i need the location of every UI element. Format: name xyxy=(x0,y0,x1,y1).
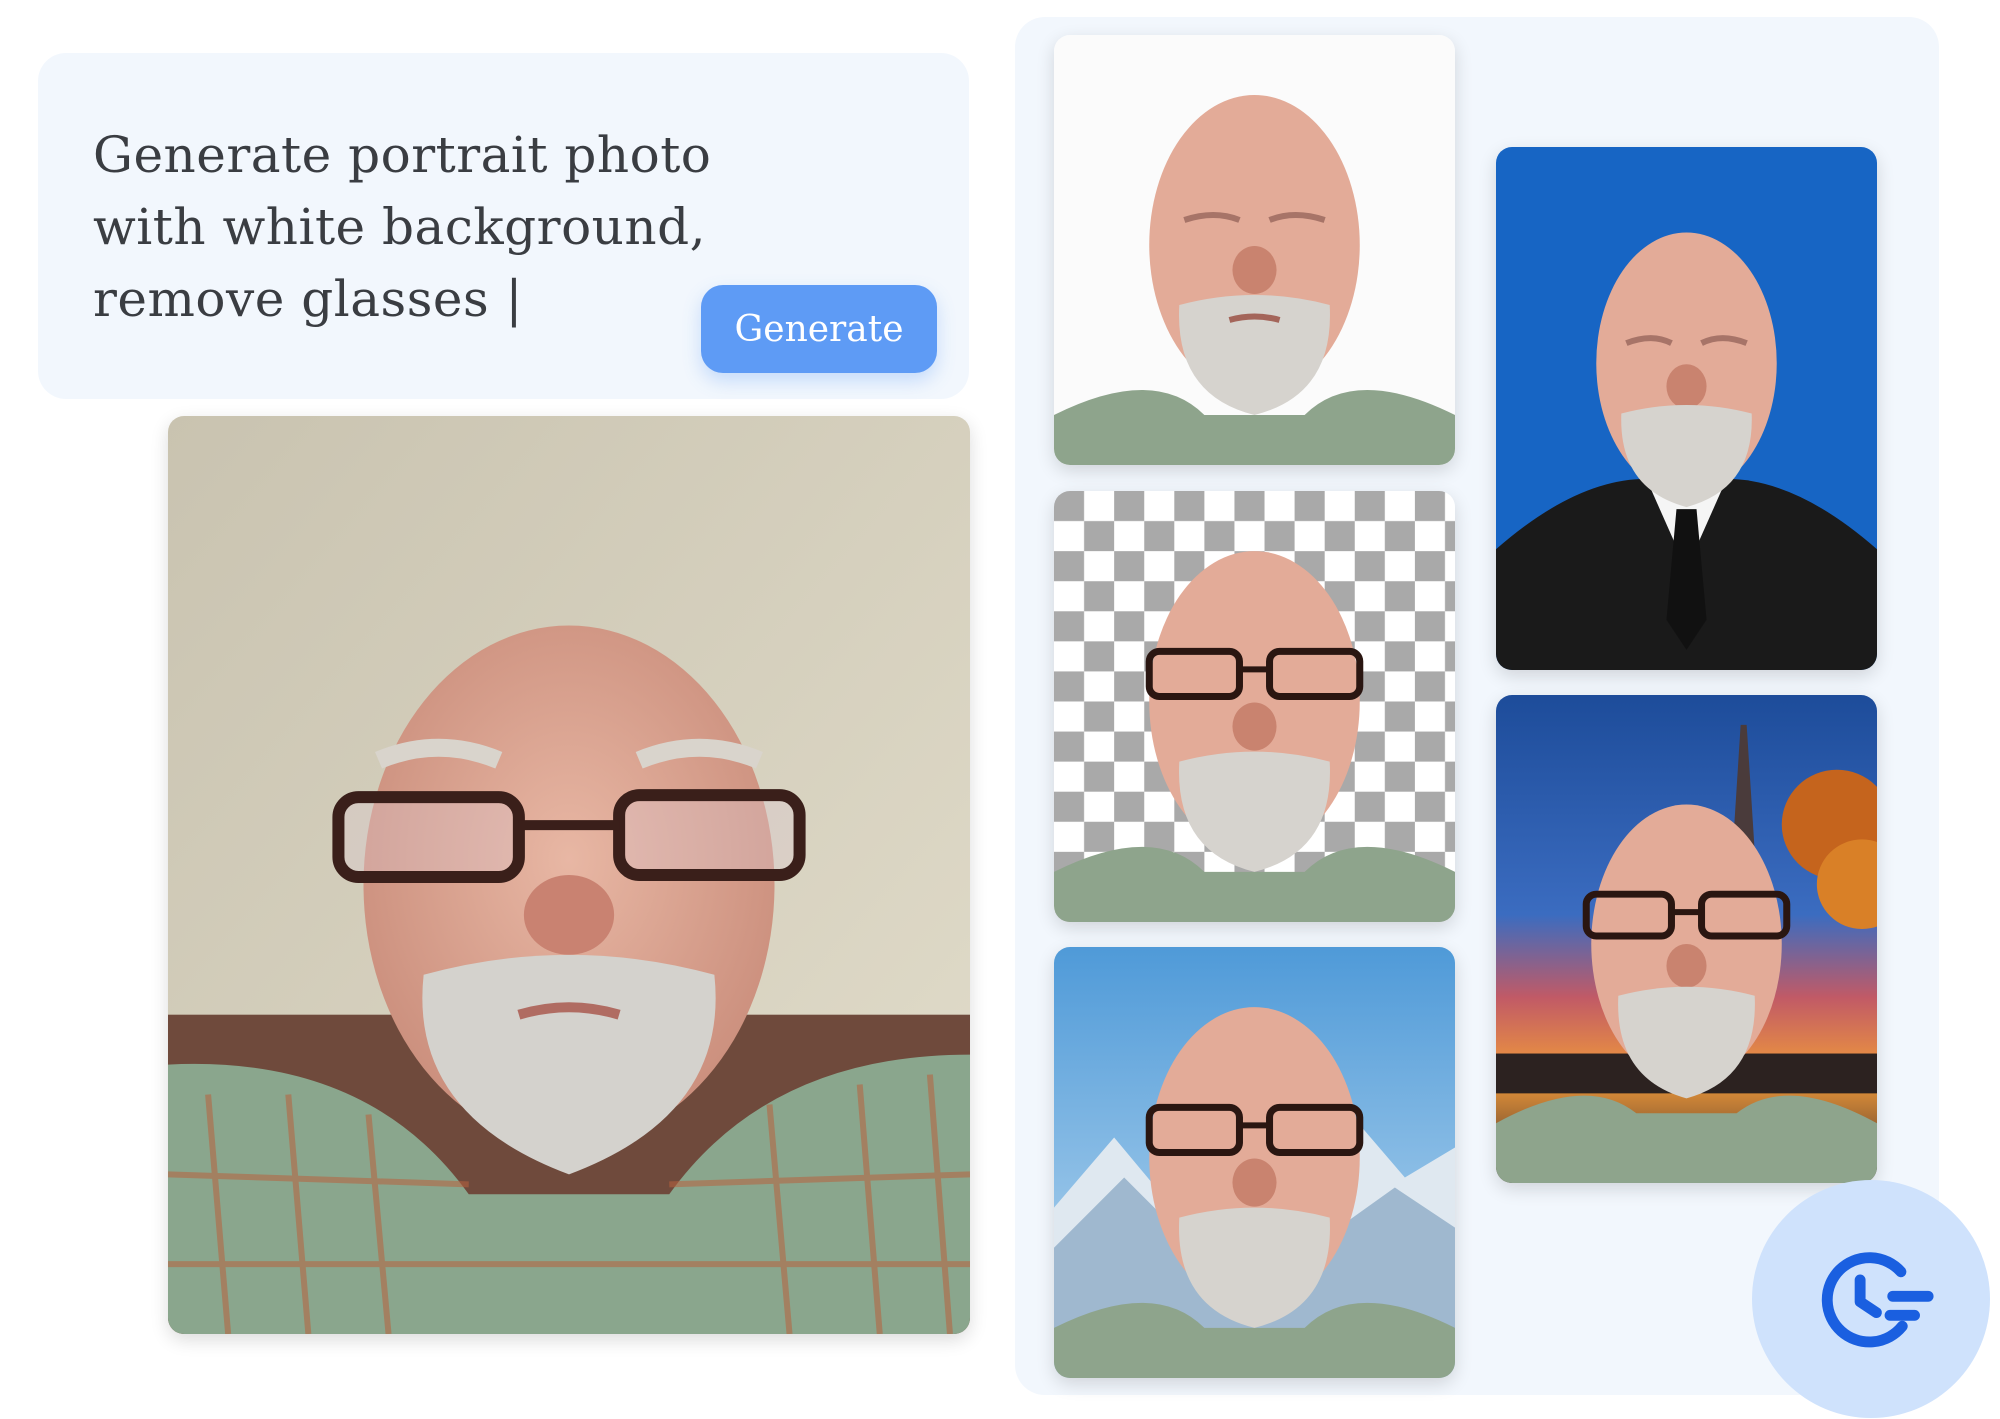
history-button[interactable] xyxy=(1752,1180,1990,1418)
portrait-blue-background-suit-photo xyxy=(1496,147,1877,670)
result-photo-blue-suit[interactable] xyxy=(1496,147,1877,670)
portrait-sunset-eiffel-background-photo xyxy=(1496,695,1877,1183)
prompt-input[interactable]: Generate portrait photo with white backg… xyxy=(93,119,733,335)
result-photo-white-background[interactable] xyxy=(1054,35,1455,465)
prompt-line-3: remove glasses | xyxy=(93,270,523,328)
history-clock-icon xyxy=(1821,1252,1934,1348)
generate-button[interactable]: Generate xyxy=(701,285,937,373)
portrait-mountain-background-photo xyxy=(1054,947,1455,1378)
result-photo-mountain-background[interactable] xyxy=(1054,947,1455,1378)
portrait-transparent-background-photo xyxy=(1054,491,1455,922)
prompt-card: Generate portrait photo with white backg… xyxy=(38,53,969,399)
result-photo-transparent-background[interactable] xyxy=(1054,491,1455,922)
portrait-original-selfie-photo xyxy=(168,416,970,1334)
result-photo-sunset-eiffel[interactable] xyxy=(1496,695,1877,1183)
portrait-white-background-photo xyxy=(1054,35,1455,465)
prompt-line-2: with white background, xyxy=(93,198,706,256)
original-photo xyxy=(168,416,970,1334)
prompt-line-1: Generate portrait photo xyxy=(93,126,712,184)
